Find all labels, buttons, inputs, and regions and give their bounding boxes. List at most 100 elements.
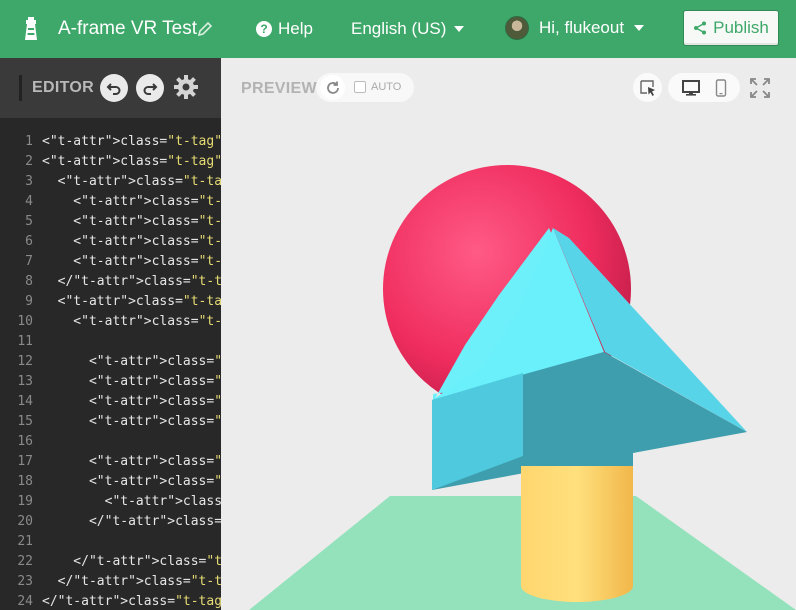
code-text: </"t-attr">class="t-tag">a-scene> — [42, 554, 221, 569]
line-number: 8 — [25, 274, 33, 289]
code-line[interactable]: 19 <"t-attr">class="t-tag">a-camera></"t… — [0, 492, 221, 512]
code-line[interactable]: 5 <"t-attr">class="t-tag">title>Hello, W… — [0, 212, 221, 232]
code-text: </"t-attr">class="t-tag">html> — [42, 594, 221, 609]
line-number: 1 — [25, 134, 33, 149]
publish-button[interactable]: Publish — [683, 10, 779, 46]
code-line[interactable]: 4 <"t-attr">class="t-tag">meta "t-attr">… — [0, 192, 221, 212]
project-title[interactable]: A-frame VR Test — [58, 17, 197, 41]
code-text: <"t-attr">class="t-tag">title>Hello, Wor… — [42, 214, 221, 229]
line-number: 10 — [17, 314, 33, 329]
code-line[interactable]: 22 </"t-attr">class="t-tag">a-scene> — [0, 552, 221, 572]
resize-handle[interactable] — [19, 75, 22, 101]
code-editor[interactable]: 1 <"t-attr">class="t-tag">!DOCTYPE html> 2… — [0, 118, 221, 610]
line-number: 16 — [17, 434, 33, 449]
code-line[interactable]: 23 </"t-attr">class="t-tag">body> — [0, 572, 221, 592]
chevron-down-icon — [454, 26, 465, 32]
code-line[interactable]: 8 </"t-attr">class="t-tag">head> — [0, 272, 221, 292]
line-number: 11 — [17, 334, 33, 349]
preview-toolbar: PREVIEW AUTO — [221, 58, 796, 118]
fullscreen-icon[interactable] — [750, 78, 770, 98]
line-number: 18 — [17, 474, 33, 489]
code-text: <"t-attr">class="t-tag">a-plane rotati — [42, 414, 221, 429]
code-text: <"t-attr">class="t-tag">head> — [42, 174, 221, 189]
chevron-down-icon — [634, 25, 645, 31]
lighthouse-icon[interactable] — [20, 16, 42, 42]
cursor-select-icon — [639, 79, 655, 96]
line-number: 3 — [25, 174, 33, 189]
line-number: 23 — [17, 574, 33, 589]
top-bar: A-frame VR Test ? Help English (US) Hi, … — [0, 0, 796, 58]
line-number: 15 — [17, 414, 33, 429]
code-text: <"t-attr">class="t-tag">html> — [42, 154, 221, 169]
code-line[interactable]: 2 <"t-attr">class="t-tag">html> — [0, 152, 221, 172]
scene-preview[interactable] — [221, 118, 796, 610]
line-number: 5 — [25, 214, 33, 229]
code-line[interactable]: 3 <"t-attr">class="t-tag">head> — [0, 172, 221, 192]
code-line[interactable]: 12 <"t-attr">class="t-tag">a-sphere posi… — [0, 352, 221, 372]
gear-icon[interactable] — [173, 74, 199, 100]
code-line[interactable]: 11 — [0, 332, 221, 352]
code-text: <"t-attr">class="t-tag">a-scene> — [42, 314, 221, 329]
undo-icon — [106, 83, 121, 95]
code-text: <"t-attr">class="t-tag">a-sky "t-attr">c… — [42, 454, 221, 469]
auto-refresh-toggle[interactable]: AUTO — [354, 81, 401, 93]
editor-toolbar: EDITOR — [0, 58, 221, 118]
code-text: <"t-attr">class="t-tag">a-cylinder pos — [42, 394, 221, 409]
line-number: 14 — [17, 394, 33, 409]
line-number: 7 — [25, 254, 33, 269]
avatar — [505, 16, 529, 40]
code-text: <"t-attr">class="t-tag">meta "t-attr">na… — [42, 234, 221, 249]
user-menu[interactable]: Hi, flukeout — [505, 16, 645, 40]
refresh-button[interactable] — [320, 75, 345, 100]
undo-button[interactable] — [100, 74, 128, 102]
line-number: 6 — [25, 234, 33, 249]
code-text: <"t-attr">class="t-tag">body> — [42, 294, 221, 309]
code-text: </"t-attr">class="t-tag">body> — [42, 574, 221, 589]
code-text: <"t-attr">class="t-tag">!DOCTYPE html> — [42, 134, 221, 149]
scene-canvas — [249, 165, 796, 610]
code-line[interactable]: 15 <"t-attr">class="t-tag">a-plane rotat… — [0, 412, 221, 432]
inspect-button[interactable] — [633, 73, 662, 102]
line-number: 17 — [17, 454, 33, 469]
mobile-icon[interactable] — [715, 78, 727, 97]
editor-label: EDITOR — [32, 79, 94, 96]
help-link[interactable]: ? Help — [256, 19, 313, 39]
line-number: 19 — [17, 494, 33, 509]
code-line[interactable]: 1 <"t-attr">class="t-tag">!DOCTYPE html> — [0, 132, 221, 152]
code-line[interactable]: 9 <"t-attr">class="t-tag">body> — [0, 292, 221, 312]
desktop-icon[interactable] — [681, 79, 700, 96]
redo-button[interactable] — [136, 74, 164, 102]
line-number: 9 — [25, 294, 33, 309]
refresh-group: AUTO — [316, 73, 414, 102]
code-line[interactable]: 7 <"t-attr">class="t-tag">script "t-attr… — [0, 252, 221, 272]
line-number: 24 — [17, 594, 33, 609]
code-line[interactable]: 20 </"t-attr">class="t-tag">a-entity> — [0, 512, 221, 532]
auto-checkbox[interactable] — [354, 81, 366, 93]
line-number: 21 — [17, 534, 33, 549]
auto-label: AUTO — [371, 81, 402, 93]
line-number: 4 — [25, 194, 33, 209]
code-text: <"t-attr">class="t-tag">script "t-attr">… — [42, 254, 221, 269]
code-line[interactable]: 10 <"t-attr">class="t-tag">a-scene> — [0, 312, 221, 332]
code-text: </"t-attr">class="t-tag">a-entity> — [42, 514, 221, 529]
code-line[interactable]: 6 <"t-attr">class="t-tag">meta "t-attr">… — [0, 232, 221, 252]
code-line[interactable]: 17 <"t-attr">class="t-tag">a-sky "t-attr… — [0, 452, 221, 472]
code-text: <"t-attr">class="t-tag">a-entity posit — [42, 474, 221, 489]
pencil-icon[interactable] — [196, 20, 214, 38]
code-text: </"t-attr">class="t-tag">head> — [42, 274, 221, 289]
code-line[interactable]: 18 <"t-attr">class="t-tag">a-entity posi… — [0, 472, 221, 492]
code-line[interactable]: 24 </"t-attr">class="t-tag">html> — [0, 592, 221, 610]
help-label: Help — [278, 19, 313, 38]
user-label: Hi, flukeout — [539, 18, 625, 37]
code-line[interactable]: 16 — [0, 432, 221, 452]
language-dropdown[interactable]: English (US) — [351, 19, 465, 39]
code-line[interactable]: 13 <"t-attr">class="t-tag">a-box "t-attr… — [0, 372, 221, 392]
code-line[interactable]: 14 <"t-attr">class="t-tag">a-cylinder po… — [0, 392, 221, 412]
device-toggle — [668, 73, 740, 102]
code-line[interactable]: 21 — [0, 532, 221, 552]
code-text: <"t-attr">class="t-tag">a-camera></"t-at… — [42, 494, 221, 509]
line-number: 20 — [17, 514, 33, 529]
language-label: English (US) — [351, 19, 447, 38]
line-number: 22 — [17, 554, 33, 569]
share-icon — [694, 21, 707, 35]
